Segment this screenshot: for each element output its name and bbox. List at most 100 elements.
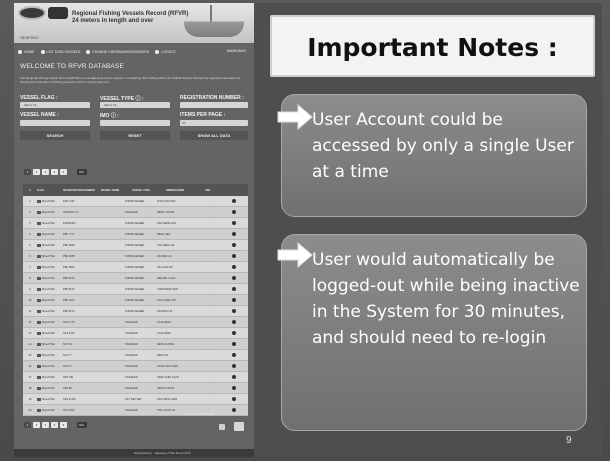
cell-action <box>223 199 245 203</box>
nav-list-label: LIST DATA VESSELS <box>46 50 81 54</box>
flag-label: MALAYSIA <box>42 276 55 280</box>
cell-vessel-type: TRAWLER <box>125 331 138 335</box>
view-icon[interactable] <box>232 331 236 335</box>
cell-action <box>223 232 245 236</box>
pager-bottom: 1 2 3 4 5 ... GO <box>24 422 87 428</box>
cell-flag: MALAYSIA <box>37 386 63 390</box>
cell-imo: - <box>207 199 209 203</box>
page-4-button-bottom[interactable]: 4 <box>51 422 58 428</box>
cell-flag: MALAYSIA <box>37 210 63 214</box>
view-icon[interactable] <box>232 276 236 280</box>
page-2-button[interactable]: 2 <box>33 169 40 175</box>
flag-label: MALAYSIA <box>42 199 55 203</box>
flag-label: MALAYSIA <box>42 364 55 368</box>
table-row: 18 MALAYSIA SFS 88 TRAWLER SENG FUONG - <box>23 383 248 394</box>
flag-label: MALAYSIA <box>42 375 55 379</box>
cell-vessel-type: TRAWLER <box>125 210 138 214</box>
page-3-button-bottom[interactable]: 3 <box>42 422 49 428</box>
flag-label: MALAYSIA <box>42 309 55 313</box>
cell-reg: PBF 8172 <box>63 287 75 291</box>
view-icon[interactable] <box>232 298 236 302</box>
cell-owner: GOH CHEE TAT <box>157 298 177 302</box>
vessel-name-input[interactable] <box>20 120 90 126</box>
cell-owner: SENG FUONG <box>157 342 175 346</box>
page-2-button-bottom[interactable]: 2 <box>33 422 40 428</box>
cell-imo: - <box>207 397 209 401</box>
print-icon[interactable] <box>234 422 244 431</box>
table-row: 2 MALAYSIA JHF5555 G P TRAWLER BENG CHUAN - <box>23 207 248 218</box>
vessel-flag-label: VESSEL FLAG : <box>20 95 58 101</box>
imo-input[interactable] <box>100 120 170 126</box>
cell-no: 6 <box>29 254 31 258</box>
page-1-button-bottom[interactable]: 1 <box>24 422 31 428</box>
page-4-button[interactable]: 4 <box>51 169 58 175</box>
go-button-bottom[interactable]: GO <box>76 422 87 428</box>
page-5-button-bottom[interactable]: 5 <box>60 422 67 428</box>
flag-icon <box>37 298 41 302</box>
view-icon[interactable] <box>232 265 236 269</box>
nav-change-password[interactable]: CHANGE USERNAME/PASSWORD <box>86 50 149 54</box>
flag-icon <box>37 254 41 258</box>
cell-vessel-type: TRAWLER <box>125 353 138 357</box>
view-icon[interactable] <box>232 386 236 390</box>
vessel-type-select[interactable]: - Select All - <box>100 102 170 108</box>
results-count: Results : 2123 Vessels <box>184 412 215 416</box>
flag-label: MALAYSIA <box>42 265 55 269</box>
view-icon[interactable] <box>232 254 236 258</box>
view-icon[interactable] <box>232 342 236 346</box>
imo-label: IMO ⓘ : <box>100 113 119 119</box>
view-icon[interactable] <box>232 221 236 225</box>
cell-vessel-type: TRAWLER <box>125 342 138 346</box>
registration-number-input[interactable] <box>180 102 248 108</box>
view-icon[interactable] <box>232 375 236 379</box>
nav-home[interactable]: HOME <box>18 50 35 54</box>
items-per-page-select[interactable]: 20 <box>180 120 248 126</box>
view-icon[interactable] <box>232 408 236 412</box>
intro-text: The Regional Fishing Vessel Record (RFVR… <box>20 76 241 84</box>
vessel-flag-select[interactable]: - Select All - <box>20 102 90 108</box>
cell-reg: PBF 5006 <box>63 265 75 269</box>
flag-icon <box>37 276 41 280</box>
view-icon[interactable] <box>232 309 236 313</box>
flag-icon <box>37 364 41 368</box>
cell-flag: MALAYSIA <box>37 320 63 324</box>
cell-imo: - <box>207 342 209 346</box>
view-icon[interactable] <box>232 320 236 324</box>
table-row: 13 MALAYSIA SFS 6752 TRAWLER LIAN HENG - <box>23 328 248 339</box>
show-all-data-button[interactable]: SHOW ALL DATA <box>180 131 248 140</box>
view-icon[interactable] <box>232 199 236 203</box>
view-icon[interactable] <box>232 232 236 236</box>
items-per-page-label: ITEMS PER PAGE : <box>180 112 226 118</box>
cell-vessel-type: TRAWLER <box>125 320 138 324</box>
go-button[interactable]: GO <box>76 169 87 175</box>
table-row: 11 MALAYSIA PBF 8172 PURSE SEINER LIM BOH LI… <box>23 306 248 317</box>
vessel-name-label: VESSEL NAME : <box>20 112 59 118</box>
note-2-text: User would automatically be logged-out w… <box>312 250 580 348</box>
reset-button[interactable]: RESET <box>100 131 170 140</box>
view-icon[interactable] <box>232 364 236 368</box>
view-icon[interactable] <box>232 397 236 401</box>
cell-owner: HONG HIN CHAN <box>157 364 179 368</box>
table-body: 1 MALAYSIA KNF 7191 PURSE SEINER FOOLOW KING… <box>23 196 248 416</box>
note-1-text: User Account could be accessed by only a… <box>312 110 574 182</box>
view-icon[interactable] <box>232 353 236 357</box>
page-1-button[interactable]: 1 <box>24 169 31 175</box>
page-3-button[interactable]: 3 <box>42 169 49 175</box>
cell-reg: PBF 9085 <box>63 254 75 258</box>
nav-logout[interactable]: LOGOUT <box>155 50 176 54</box>
nav-list-data[interactable]: LIST DATA VESSELS <box>40 50 81 54</box>
view-icon[interactable] <box>232 210 236 214</box>
cell-flag: MALAYSIA <box>37 254 63 258</box>
flag-icon <box>37 397 41 401</box>
view-icon[interactable] <box>232 243 236 247</box>
page-5-button[interactable]: 5 <box>60 169 67 175</box>
search-button[interactable]: SEARCH <box>20 131 90 140</box>
cell-imo: - <box>207 243 209 247</box>
cell-flag: MALAYSIA <box>37 342 63 346</box>
cell-owner: JAWANSIAN SDN <box>157 287 179 291</box>
cell-imo: - <box>207 331 209 335</box>
flag-icon <box>37 375 41 379</box>
export-icon[interactable] <box>219 424 225 430</box>
view-icon[interactable] <box>232 287 236 291</box>
cell-imo: - <box>207 309 209 313</box>
